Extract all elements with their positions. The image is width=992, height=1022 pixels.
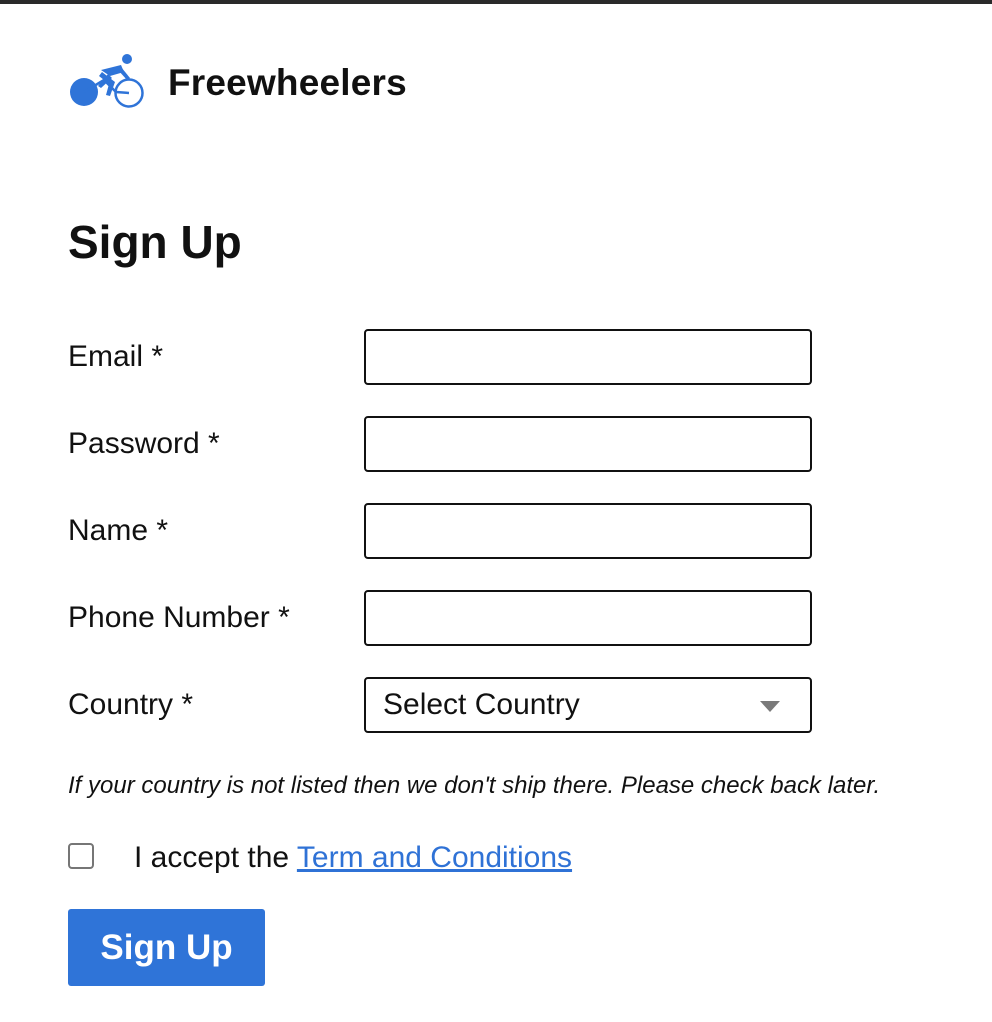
terms-row: I accept the Term and Conditions (68, 838, 768, 878)
shipping-note: If your country is not listed then we do… (68, 772, 881, 799)
country-row: Country * Select Country (68, 677, 812, 733)
email-row: Email * (68, 329, 812, 385)
phone-number-field[interactable] (364, 590, 812, 646)
password-field[interactable] (364, 416, 812, 472)
phone-row: Phone Number * (68, 590, 812, 646)
site-header: Freewheelers (68, 52, 407, 114)
cyclist-icon[interactable] (68, 52, 146, 114)
phone-label: Phone Number * (68, 601, 290, 634)
chevron-down-icon (760, 701, 780, 712)
terms-prefix: I accept the (134, 841, 297, 874)
password-label: Password * (68, 427, 220, 460)
name-field[interactable] (364, 503, 812, 559)
brand-name[interactable]: Freewheelers (168, 62, 407, 104)
sign-up-button[interactable]: Sign Up (68, 909, 265, 986)
country-select[interactable]: Select Country (364, 677, 812, 733)
name-row: Name * (68, 503, 812, 559)
email-field[interactable] (364, 329, 812, 385)
password-row: Password * (68, 416, 812, 472)
country-select-value: Select Country (383, 688, 580, 721)
terms-text: I accept the Term and Conditions (134, 838, 572, 878)
name-label: Name * (68, 514, 169, 547)
terms-checkbox[interactable] (68, 843, 94, 869)
terms-link[interactable]: Term and Conditions (297, 841, 572, 874)
top-border (0, 0, 992, 4)
country-label: Country * (68, 688, 194, 721)
email-label: Email * (68, 340, 164, 373)
page-title: Sign Up (68, 216, 242, 268)
